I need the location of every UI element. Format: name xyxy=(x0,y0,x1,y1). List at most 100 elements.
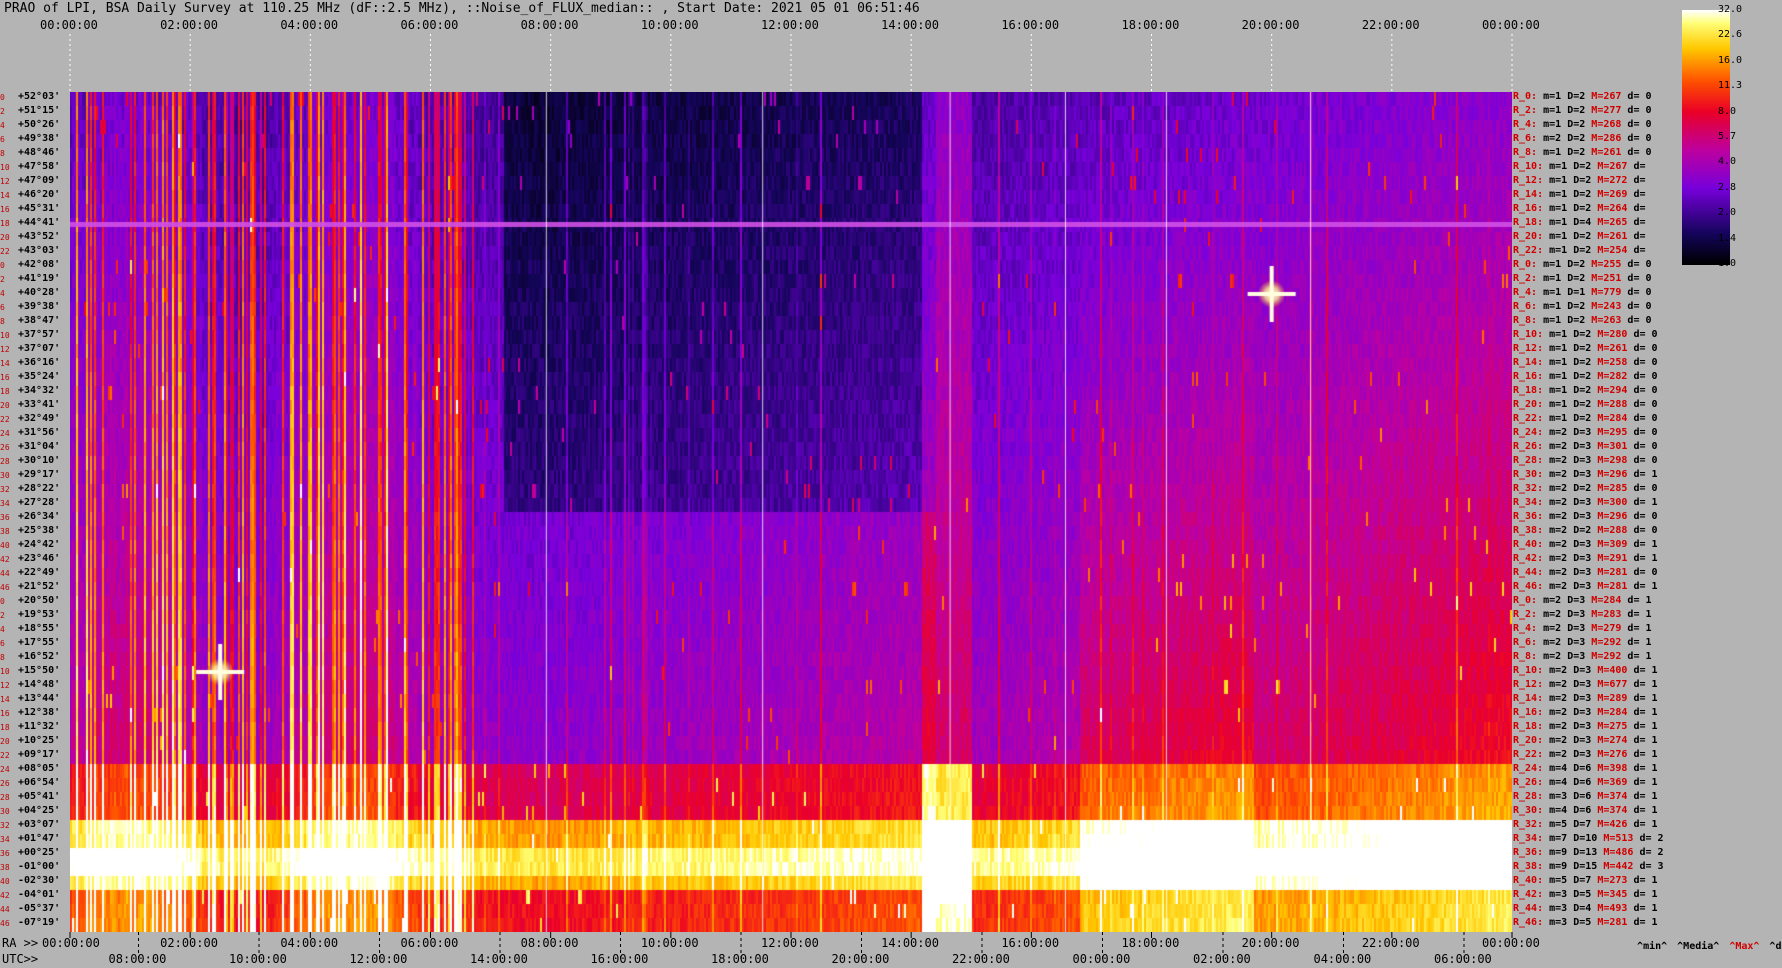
row-index: 16 xyxy=(0,373,10,382)
declination-label: +04°25' xyxy=(18,805,61,816)
row-stat: R_8: m=2 D=3 M=292 d= 1 xyxy=(1513,651,1652,662)
declination-label: +38°47' xyxy=(18,315,61,326)
row-stat: R_18: m=2 D=3 M=275 d= 1 xyxy=(1513,721,1658,732)
declination-label: +50°26' xyxy=(18,119,61,130)
declination-label: +06°54' xyxy=(18,777,61,788)
row-index: 16 xyxy=(0,709,10,718)
colorbar-tick: 5.7 xyxy=(1718,131,1737,142)
row-stat: R_22: m=1 D=2 M=254 d= xyxy=(1513,245,1646,256)
declination-label: +29°17' xyxy=(18,469,61,480)
row-index: 16 xyxy=(0,205,10,214)
row-index: 12 xyxy=(0,177,10,186)
declination-label: +00°25' xyxy=(18,847,61,858)
colorbar-tick: 4.0 xyxy=(1718,156,1737,168)
row-index: 28 xyxy=(0,457,10,466)
declination-label: +45°31' xyxy=(18,203,61,214)
declination-label: +51°15' xyxy=(18,105,61,116)
row-index: 14 xyxy=(0,191,10,200)
row-stat: R_42: m=3 D=5 M=345 d= 1 xyxy=(1513,889,1658,900)
row-index: 20 xyxy=(0,401,10,410)
row-stat: R_20: m=2 D=3 M=274 d= 1 xyxy=(1513,735,1658,746)
declination-label: +12°38' xyxy=(18,707,61,718)
row-index: 2 xyxy=(0,611,5,620)
row-stat: R_30: m=2 D=3 M=296 d= 1 xyxy=(1513,469,1658,480)
row-stat: R_2: m=1 D=2 M=251 d= 0 xyxy=(1513,273,1652,284)
row-stat: R_28: m=2 D=3 M=298 d= 0 xyxy=(1513,455,1658,466)
declination-label: +43°52' xyxy=(18,231,61,242)
row-stat: R_16: m=1 D=2 M=264 d= xyxy=(1513,203,1646,214)
declination-label: +48°46' xyxy=(18,147,61,158)
declination-label: -01°00' xyxy=(18,861,61,872)
declination-label: +26°34' xyxy=(18,511,61,522)
row-stat: R_12: m=1 D=2 M=261 d= 0 xyxy=(1513,343,1658,354)
declination-label: +30°10' xyxy=(18,455,61,466)
row-stat: R_16: m=1 D=2 M=282 d= 0 xyxy=(1513,371,1658,382)
row-index: 20 xyxy=(0,233,10,242)
declination-label: +08°05' xyxy=(18,763,61,774)
declination-label: +35°24' xyxy=(18,371,61,382)
legend-min: ^min^ xyxy=(1637,941,1668,952)
row-index: 24 xyxy=(0,429,10,438)
declination-label: +32°49' xyxy=(18,413,61,424)
declination-label: +31°04' xyxy=(18,441,61,452)
legend: ^min^ ^Media^ ^Max^ ^devia^ xyxy=(1625,930,1782,952)
heatmap-canvas[interactable] xyxy=(70,92,1512,932)
row-index: 26 xyxy=(0,779,10,788)
row-stat: R_36: m=9 D=13 M=486 d= 2 xyxy=(1513,847,1664,858)
declination-label: +39°38' xyxy=(18,301,61,312)
row-index: 6 xyxy=(0,135,5,144)
row-index: 30 xyxy=(0,471,10,480)
row-index: 4 xyxy=(0,625,5,634)
declination-label: -05°37' xyxy=(18,903,61,914)
row-stat: R_2: m=2 D=3 M=283 d= 1 xyxy=(1513,609,1652,620)
row-index: 2 xyxy=(0,107,5,116)
row-stat: R_32: m=5 D=7 M=426 d= 1 xyxy=(1513,819,1658,830)
declination-label: +23°46' xyxy=(18,553,61,564)
row-index: 8 xyxy=(0,149,5,158)
declination-label: +37°57' xyxy=(18,329,61,340)
row-index: 38 xyxy=(0,863,10,872)
colorbar-tick: 2.0 xyxy=(1718,207,1737,219)
row-stat: R_18: m=1 D=2 M=294 d= 0 xyxy=(1513,385,1658,396)
row-index: 30 xyxy=(0,807,10,816)
row-index: 0 xyxy=(0,261,5,270)
declination-label: +13°44' xyxy=(18,693,61,704)
row-stat: R_42: m=2 D=3 M=291 d= 1 xyxy=(1513,553,1658,564)
row-stat: R_14: m=1 D=2 M=258 d= 0 xyxy=(1513,357,1658,368)
row-index: 12 xyxy=(0,345,10,354)
declination-label: +22°49' xyxy=(18,567,61,578)
colorbar-tick: 16.0 xyxy=(1718,54,1743,66)
row-index: 4 xyxy=(0,289,5,298)
colorbar-tick: 11.3 xyxy=(1718,80,1743,92)
row-stat: R_16: m=2 D=3 M=284 d= 1 xyxy=(1513,707,1658,718)
declination-label: -02°30' xyxy=(18,875,61,886)
row-stat: R_12: m=1 D=2 M=272 d= xyxy=(1513,175,1646,186)
row-stat: R_6: m=1 D=2 M=243 d= 0 xyxy=(1513,301,1652,312)
row-index: 22 xyxy=(0,247,10,256)
declination-label: +19°53' xyxy=(18,609,61,620)
row-index: 2 xyxy=(0,275,5,284)
legend-media: ^Media^ xyxy=(1677,941,1720,952)
row-stat: R_10: m=1 D=2 M=280 d= 0 xyxy=(1513,329,1658,340)
row-stat: R_6: m=2 D=2 M=286 d= 0 xyxy=(1513,133,1652,144)
colorbar-tick: 8.0 xyxy=(1718,105,1737,117)
row-stat: R_38: m=9 D=15 M=442 d= 3 xyxy=(1513,861,1664,872)
legend-max: ^Max^ xyxy=(1729,941,1760,952)
row-stat: R_38: m=2 D=2 M=288 d= 0 xyxy=(1513,525,1658,536)
row-index: 18 xyxy=(0,723,10,732)
row-index: 42 xyxy=(0,555,10,564)
row-stat: R_32: m=2 D=2 M=285 d= 0 xyxy=(1513,483,1658,494)
declination-label: +14°48' xyxy=(18,679,61,690)
row-stat: R_22: m=1 D=2 M=284 d= 0 xyxy=(1513,413,1658,424)
declination-label: +11°32' xyxy=(18,721,61,732)
row-index: 32 xyxy=(0,485,10,494)
row-stat: R_20: m=1 D=2 M=288 d= 0 xyxy=(1513,399,1658,410)
row-index: 38 xyxy=(0,527,10,536)
declination-label: +44°41' xyxy=(18,217,61,228)
declination-label: +42°08' xyxy=(18,259,61,270)
row-stat: R_24: m=4 D=6 M=398 d= 1 xyxy=(1513,763,1658,774)
declination-label: +18°55' xyxy=(18,623,61,634)
declination-label: +52°03' xyxy=(18,91,61,102)
legend-devia: ^devia^ xyxy=(1769,941,1782,952)
row-stat: R_46: m=2 D=3 M=281 d= 1 xyxy=(1513,581,1658,592)
